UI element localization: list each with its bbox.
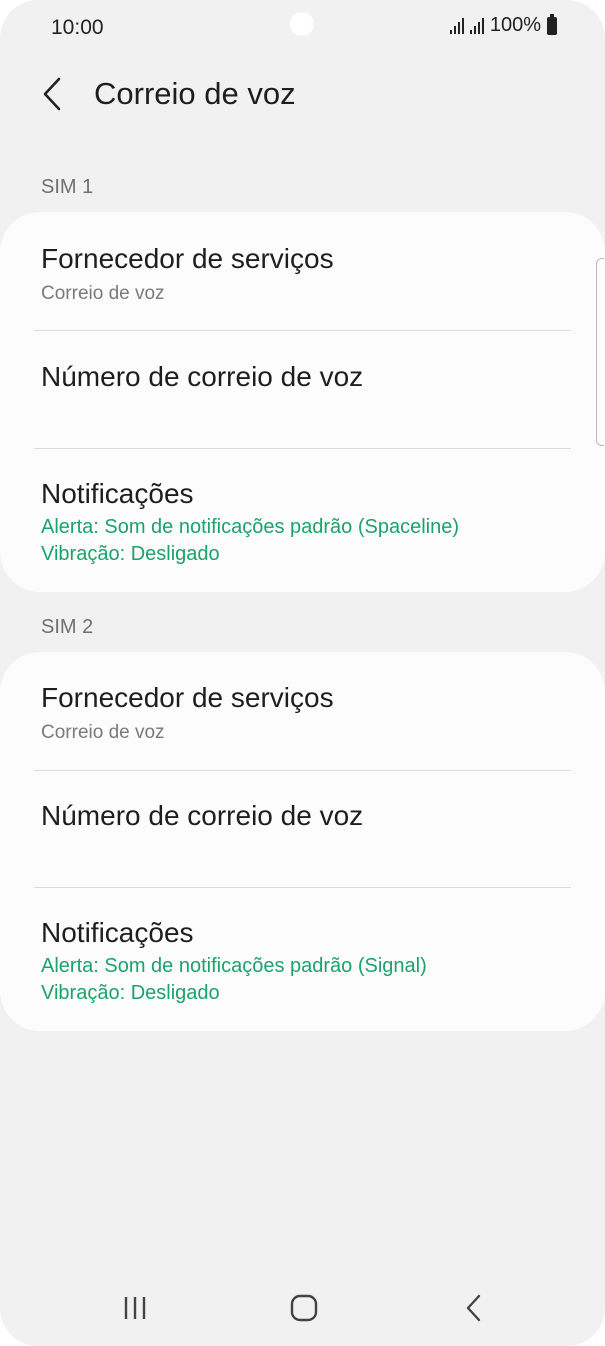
navigation-bar [0,1268,605,1346]
notification-alert-value: Alerta: Som de notificações padrão (Spac… [41,516,460,538]
recent-apps-button[interactable] [105,1286,165,1330]
page-title: Correio de voz [94,76,296,111]
recent-apps-icon [124,1297,146,1319]
status-icons: 100% [449,13,557,37]
status-bar: 10:00 100% [0,0,605,56]
chevron-left-icon [43,77,61,111]
back-icon [466,1294,481,1322]
item-notifications-sim2[interactable]: Notificações Alerta: Som de notificações… [0,888,605,1031]
back-button[interactable] [30,72,74,116]
item-voicemail-number-sim1[interactable]: Número de correio de voz [0,331,605,449]
app-header: Correio de voz [0,60,605,130]
scrollbar[interactable] [596,258,604,446]
section-label-sim2: SIM 2 [41,616,94,638]
notification-alert-value: Alerta: Som de notificações padrão (Sign… [41,955,427,977]
home-button[interactable] [274,1286,334,1330]
status-time: 10:00 [51,16,104,39]
section-label-sim1: SIM 1 [41,176,94,198]
item-notifications-sim1[interactable]: Notificações Alerta: Som de notificações… [0,449,605,592]
battery-percentage: 100% [489,14,541,36]
item-subtitle: Correio de voz [41,722,165,743]
nav-back-button[interactable] [444,1286,504,1330]
item-service-provider-sim1[interactable]: Fornecedor de serviços Correio de voz [0,212,605,330]
front-camera-cutout [290,12,314,36]
item-voicemail-number-sim2[interactable]: Número de correio de voz [0,771,605,888]
notification-vibration-value: Vibração: Desligado [41,982,220,1004]
item-subtitle: Correio de voz [41,283,165,304]
item-title: Número de correio de voz [41,361,364,392]
battery-icon [547,13,557,35]
signal-sim2-icon [469,17,484,34]
home-icon [290,1294,318,1322]
settings-card-sim1: Fornecedor de serviços Correio de voz Nú… [0,212,605,592]
item-title: Número de correio de voz [41,800,364,831]
item-service-provider-sim2[interactable]: Fornecedor de serviços Correio de voz [0,652,605,770]
item-title: Fornecedor de serviços [41,682,334,713]
phone-screen: 10:00 100% Correio de voz SIM 1 Forneced… [0,0,605,1346]
item-title: Notificações [41,917,194,948]
signal-sim1-icon [449,17,464,34]
item-title: Notificações [41,478,194,509]
item-title: Fornecedor de serviços [41,243,334,274]
notification-vibration-value: Vibração: Desligado [41,543,220,565]
settings-card-sim2: Fornecedor de serviços Correio de voz Nú… [0,652,605,1031]
